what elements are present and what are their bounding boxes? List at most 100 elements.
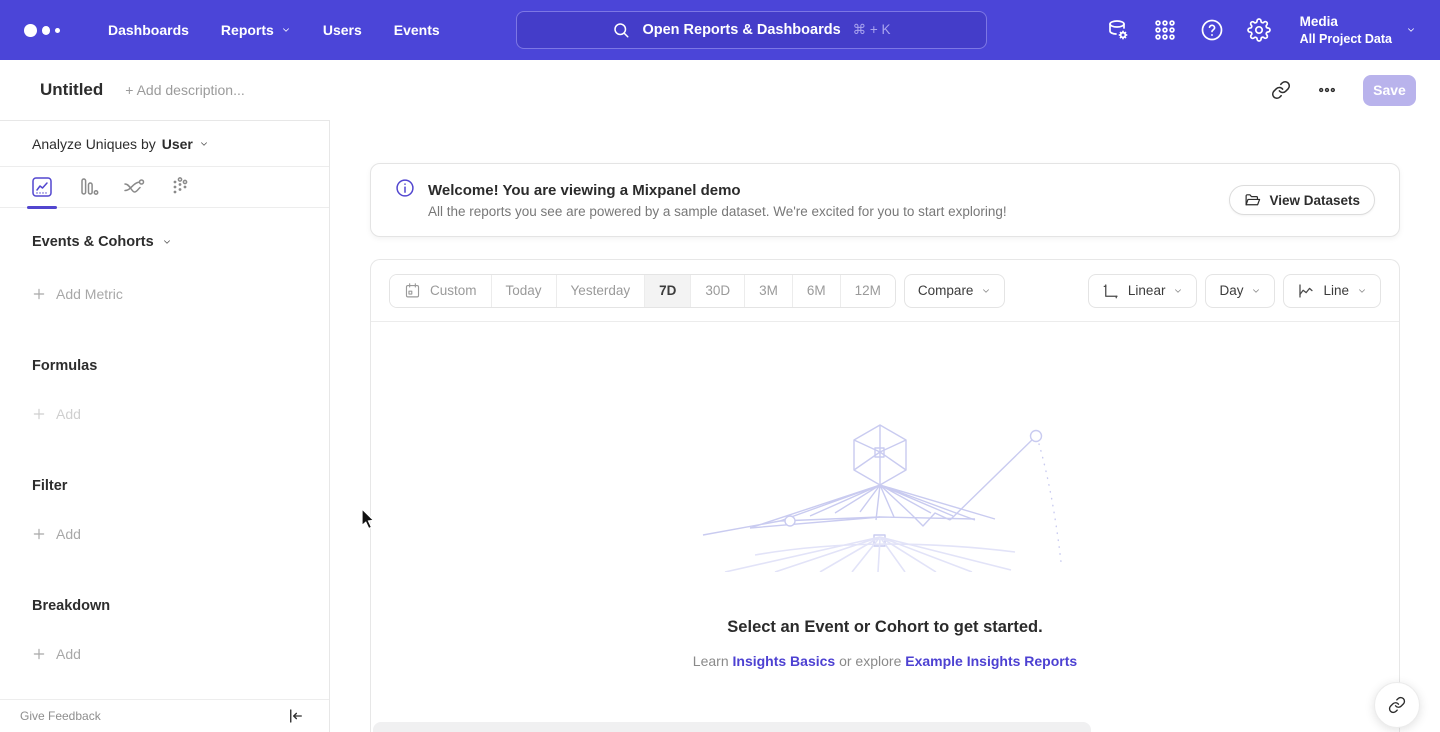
apps-grid-icon[interactable] [1153, 18, 1177, 42]
breakdown-label: Breakdown [32, 598, 110, 614]
chart-type-dropdown[interactable]: Line [1283, 274, 1381, 308]
nav-dashboards[interactable]: Dashboards [108, 22, 189, 38]
search-shortcut: ⌘ + K [853, 22, 891, 38]
report-header: Untitled + Add description... Save [0, 60, 1440, 120]
save-button[interactable]: Save [1363, 75, 1416, 106]
give-feedback-link[interactable]: Give Feedback [20, 709, 101, 723]
project-switcher[interactable]: Media All Project Data [1300, 13, 1416, 47]
analyze-value: User [162, 136, 193, 152]
range-7d[interactable]: 7D [644, 275, 690, 307]
scale-dropdown[interactable]: Linear [1088, 274, 1198, 308]
empty-state-illustration [695, 422, 1075, 572]
breakdown-header: Breakdown [32, 542, 329, 614]
range-yesterday[interactable]: Yesterday [556, 275, 645, 307]
analyze-value-dropdown[interactable]: User [162, 136, 209, 152]
range-6m[interactable]: 6M [792, 275, 840, 307]
empty-state-subtext: Learn Insights Basics or explore Example… [693, 653, 1077, 669]
add-formula-label: Add [56, 406, 81, 422]
add-metric-label: Add Metric [56, 286, 123, 302]
add-filter-button[interactable]: Add [32, 526, 329, 542]
events-cohorts-label: Events & Cohorts [32, 234, 154, 250]
empty-state-title: Select an Event or Cohort to get started… [727, 618, 1042, 637]
nav-dashboards-label: Dashboards [108, 22, 189, 38]
nav-events-label: Events [394, 22, 440, 38]
interval-dropdown[interactable]: Day [1205, 274, 1275, 308]
add-metric-button[interactable]: Add Metric [32, 286, 329, 302]
axis-scale-icon [1102, 282, 1120, 300]
plus-icon [32, 527, 46, 541]
range-30d[interactable]: 30D [690, 275, 744, 307]
chevron-down-icon [162, 237, 172, 247]
project-name: Media [1300, 13, 1392, 31]
add-breakdown-button[interactable]: Add [32, 646, 329, 662]
view-datasets-label: View Datasets [1269, 193, 1360, 208]
data-management-icon[interactable] [1106, 18, 1130, 42]
sidebar-footer: Give Feedback [0, 699, 329, 732]
filter-header: Filter [32, 422, 329, 494]
project-env: All Project Data [1300, 31, 1392, 47]
chart-type-label: Line [1323, 283, 1349, 298]
top-nav: Dashboards Reports Users Events Open Rep… [0, 0, 1440, 60]
plus-icon [32, 647, 46, 661]
copy-link-icon[interactable] [1271, 80, 1291, 100]
chevron-down-icon [1406, 25, 1416, 35]
bottom-panel-peek [373, 722, 1091, 732]
analyze-row: Analyze Uniques by User [0, 121, 329, 167]
report-card: Custom Today Yesterday 7D 30D 3M 6M 12M … [370, 259, 1400, 732]
events-cohorts-header[interactable]: Events & Cohorts [32, 208, 329, 250]
chevron-down-icon [1173, 286, 1183, 296]
range-12m[interactable]: 12M [840, 275, 895, 307]
tab-bar-chart[interactable] [76, 175, 100, 199]
plus-icon [32, 287, 46, 301]
formulas-header: Formulas [32, 302, 329, 374]
link-icon [1388, 696, 1406, 714]
settings-gear-icon[interactable] [1247, 18, 1271, 42]
chart-toolbar: Custom Today Yesterday 7D 30D 3M 6M 12M … [371, 260, 1399, 322]
view-datasets-button[interactable]: View Datasets [1229, 185, 1375, 215]
welcome-banner: Welcome! You are viewing a Mixpanel demo… [370, 163, 1400, 237]
banner-subtitle: All the reports you see are powered by a… [428, 204, 1007, 219]
help-icon[interactable] [1200, 18, 1224, 42]
compare-label: Compare [918, 283, 974, 298]
chevron-down-icon [1251, 286, 1261, 296]
main-content: Welcome! You are viewing a Mixpanel demo… [330, 120, 1440, 732]
tab-flow[interactable] [122, 175, 146, 199]
example-reports-link[interactable]: Example Insights Reports [905, 653, 1077, 669]
compare-button[interactable]: Compare [904, 274, 1006, 308]
scale-label: Linear [1128, 283, 1166, 298]
range-today[interactable]: Today [491, 275, 556, 307]
query-builder-sidebar: Analyze Uniques by User Events & Cohorts… [0, 120, 330, 732]
banner-title: Welcome! You are viewing a Mixpanel demo [428, 182, 1007, 199]
tab-scatter[interactable] [168, 175, 192, 199]
nav-reports[interactable]: Reports [221, 22, 291, 38]
add-description-field[interactable]: + Add description... [125, 82, 244, 98]
formulas-label: Formulas [32, 358, 97, 374]
nav-users-label: Users [323, 22, 362, 38]
tab-line-chart[interactable] [30, 175, 54, 199]
date-range-control: Custom Today Yesterday 7D 30D 3M 6M 12M [389, 274, 896, 308]
add-formula-button[interactable]: Add [32, 406, 329, 422]
share-link-fab[interactable] [1374, 682, 1420, 728]
plus-icon [32, 407, 46, 421]
chevron-down-icon [199, 139, 209, 149]
mixpanel-logo-icon[interactable] [24, 24, 60, 37]
nav-reports-label: Reports [221, 22, 274, 38]
add-filter-label: Add [56, 526, 81, 542]
nav-users[interactable]: Users [323, 22, 362, 38]
metric-type-tabs [0, 167, 329, 208]
chevron-down-icon [981, 286, 991, 296]
insights-basics-link[interactable]: Insights Basics [733, 653, 836, 669]
range-3m[interactable]: 3M [744, 275, 792, 307]
collapse-sidebar-icon[interactable] [287, 707, 305, 725]
report-title[interactable]: Untitled [40, 80, 103, 100]
folder-icon [1244, 192, 1261, 209]
learn-prefix: Learn [693, 653, 729, 669]
range-custom[interactable]: Custom [390, 275, 491, 307]
chevron-down-icon [1357, 286, 1367, 296]
line-chart-icon [1297, 282, 1315, 300]
chevron-down-icon [281, 25, 291, 35]
more-options-icon[interactable] [1317, 80, 1337, 100]
nav-events[interactable]: Events [394, 22, 440, 38]
global-search[interactable]: Open Reports & Dashboards ⌘ + K [516, 11, 987, 49]
filter-label: Filter [32, 478, 67, 494]
